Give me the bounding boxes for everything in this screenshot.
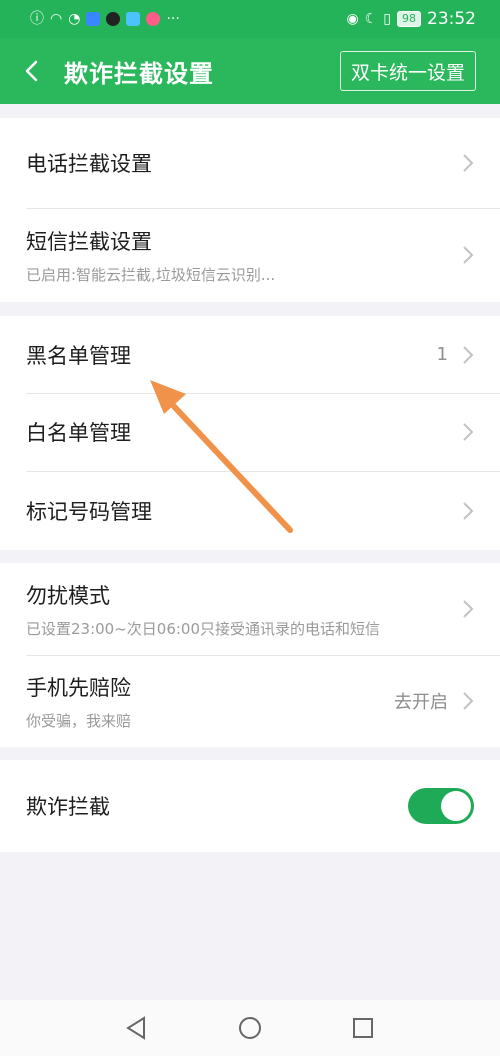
row-right: 去开启 [394, 655, 474, 747]
row-right: 1 [437, 316, 474, 393]
row-right [462, 118, 474, 208]
more-icon: ··· [166, 11, 180, 27]
recents-square-icon[interactable] [350, 1015, 376, 1041]
row-right [462, 563, 474, 655]
toggle-knob [441, 791, 471, 821]
section-lists: 黑名单管理 1 白名单管理 标记号码管理 [0, 316, 500, 550]
dual-sim-settings-button[interactable]: 双卡统一设置 [339, 51, 476, 91]
section-interception: 电话拦截设置 短信拦截设置 已启用:智能云拦截,垃圾短信云识别... [0, 118, 500, 302]
row-phone-insurance[interactable]: 手机先赔险 你受骗，我来赔 去开启 [0, 655, 500, 747]
row-right [462, 208, 474, 302]
row-title: 标记号码管理 [26, 499, 152, 524]
row-title: 白名单管理 [26, 421, 131, 445]
back-arrow-icon [25, 60, 38, 82]
app-icon [146, 12, 161, 26]
app-icon [86, 12, 101, 26]
row-right [408, 760, 474, 852]
row-title: 黑名单管理 [26, 343, 131, 368]
app-bar: 欺诈拦截设置 双卡统一设置 [0, 38, 500, 104]
back-triangle-icon[interactable] [124, 1015, 150, 1041]
section-modes: 勿扰模式 已设置23:00~次日06:00只接受通讯录的电话和短信 手机先赔险 … [0, 563, 500, 747]
battery-indicator: 98 [397, 11, 421, 27]
row-title: 电话拦截设置 [26, 152, 152, 176]
row-right [462, 471, 474, 550]
row-marked-numbers[interactable]: 标记号码管理 [0, 471, 500, 550]
chevron-right-icon [463, 501, 474, 520]
status-left: ⓘ ◠ ◔ ··· [30, 12, 180, 26]
moon-icon: ☾ [364, 11, 378, 27]
enable-link: 去开启 [394, 692, 448, 713]
row-right [462, 393, 474, 471]
row-subtitle: 已启用:智能云拦截,垃圾短信云识别... [26, 265, 276, 284]
row-call-interception[interactable]: 电话拦截设置 [0, 118, 500, 208]
chevron-right-icon [463, 423, 474, 441]
chevron-right-icon [463, 154, 474, 172]
row-blacklist[interactable]: 黑名单管理 1 [0, 316, 500, 393]
row-title: 短信拦截设置 [26, 229, 152, 254]
signal-icon: ◔ [68, 11, 81, 27]
row-fraud-interception: 欺诈拦截 [0, 760, 500, 852]
vibrate-icon: ▯ [383, 11, 391, 27]
chevron-right-icon [463, 600, 474, 618]
wifi-icon: ◠ [50, 11, 63, 27]
status-bar: ⓘ ◠ ◔ ··· ◉ ☾ ▯ 98 23:52 [0, 0, 500, 38]
status-right: ◉ ☾ ▯ 98 23:52 [347, 9, 477, 29]
fraud-interception-toggle[interactable] [408, 788, 474, 824]
chevron-right-icon [463, 345, 474, 364]
row-title: 勿扰模式 [26, 583, 110, 608]
row-sms-interception[interactable]: 短信拦截设置 已启用:智能云拦截,垃圾短信云识别... [0, 208, 500, 302]
app-icon [126, 12, 141, 26]
status-time: 23:52 [427, 9, 476, 29]
row-do-not-disturb[interactable]: 勿扰模式 已设置23:00~次日06:00只接受通讯录的电话和短信 [0, 563, 500, 655]
app-icon [106, 12, 121, 26]
row-subtitle: 已设置23:00~次日06:00只接受通讯录的电话和短信 [26, 619, 381, 638]
chevron-right-icon [463, 692, 474, 710]
section-fraud-toggle: 欺诈拦截 [0, 760, 500, 852]
blacklist-count: 1 [436, 344, 448, 365]
row-whitelist[interactable]: 白名单管理 [0, 393, 500, 471]
alert-icon: ⓘ [30, 11, 44, 27]
eye-icon: ◉ [346, 11, 359, 27]
chevron-right-icon [463, 246, 474, 264]
back-button[interactable] [0, 38, 64, 104]
system-nav-bar [0, 1000, 500, 1056]
home-circle-icon[interactable] [237, 1015, 263, 1041]
